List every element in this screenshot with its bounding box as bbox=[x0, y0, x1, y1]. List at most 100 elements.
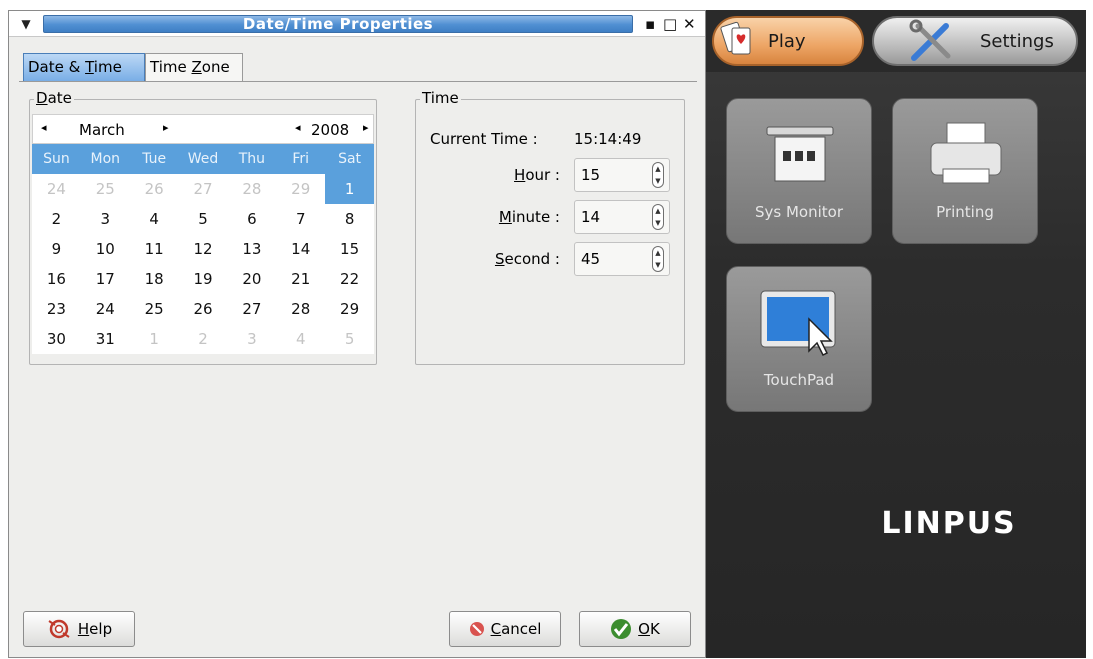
calendar-day[interactable]: 25 bbox=[81, 174, 130, 204]
calendar-day[interactable]: 6 bbox=[227, 204, 276, 234]
calendar-day[interactable]: 16 bbox=[32, 264, 81, 294]
calendar-day[interactable]: 9 bbox=[32, 234, 81, 264]
calendar-grid: Sun Mon Tue Wed Thu Fri Sat 24 25 26 27 … bbox=[32, 144, 375, 354]
tile-printing-label: Printing bbox=[936, 203, 994, 221]
calendar-day-selected[interactable]: 1 bbox=[325, 174, 375, 204]
calendar-day[interactable]: 20 bbox=[227, 264, 276, 294]
tab-time-zone-mnemonic: Z bbox=[191, 58, 202, 76]
calendar-day[interactable]: 4 bbox=[276, 324, 325, 354]
ok-button[interactable]: OK bbox=[579, 611, 691, 647]
calendar-day[interactable]: 24 bbox=[81, 294, 130, 324]
sys-monitor-icon bbox=[766, 126, 834, 182]
calendar-day[interactable]: 26 bbox=[179, 294, 228, 324]
calendar-day[interactable]: 25 bbox=[130, 294, 179, 324]
calendar-year: 2008 bbox=[311, 121, 350, 139]
help-button[interactable]: Help bbox=[23, 611, 135, 647]
second-spinbox[interactable]: 45 ▲ ▼ bbox=[574, 242, 670, 276]
close-icon[interactable]: ✕ bbox=[683, 14, 696, 34]
current-time-value: 15:14:49 bbox=[574, 130, 642, 148]
next-month-icon[interactable]: ▸ bbox=[163, 121, 169, 134]
weekday-label: Mon bbox=[90, 151, 121, 167]
calendar-day[interactable]: 7 bbox=[276, 204, 325, 234]
settings-button[interactable]: Settings bbox=[872, 16, 1078, 66]
tile-touchpad[interactable]: TouchPad bbox=[726, 266, 872, 412]
calendar-week: 30 31 1 2 3 4 5 bbox=[32, 324, 374, 354]
calendar-day[interactable]: 22 bbox=[325, 264, 374, 294]
calendar-day[interactable]: 12 bbox=[179, 234, 228, 264]
calendar-day[interactable]: 29 bbox=[276, 174, 325, 204]
minute-spin-arrows-icon[interactable]: ▲ ▼ bbox=[652, 204, 664, 230]
calendar-day[interactable]: 29 bbox=[325, 294, 374, 324]
calendar-day[interactable]: 11 bbox=[130, 234, 179, 264]
calendar-day[interactable]: 8 bbox=[325, 204, 374, 234]
ok-label-rest: K bbox=[649, 620, 660, 638]
calendar-day[interactable]: 3 bbox=[227, 324, 276, 354]
calendar-day[interactable]: 27 bbox=[227, 294, 276, 324]
weekday-label: Wed bbox=[187, 151, 219, 167]
tile-printing[interactable]: Printing bbox=[892, 98, 1038, 244]
cancel-icon bbox=[469, 622, 484, 636]
calendar-day[interactable]: 5 bbox=[325, 324, 374, 354]
calendar-day[interactable]: 13 bbox=[227, 234, 276, 264]
tab-date-time[interactable]: Date & Time bbox=[23, 53, 145, 81]
calendar-day[interactable]: 23 bbox=[32, 294, 81, 324]
calendar-day[interactable]: 15 bbox=[325, 234, 374, 264]
calendar-day[interactable]: 28 bbox=[227, 174, 276, 204]
hour-label: Hour : bbox=[496, 166, 560, 184]
hour-mnemonic: H bbox=[514, 166, 526, 184]
calendar-day[interactable]: 30 bbox=[32, 324, 81, 354]
maximize-icon[interactable]: □ bbox=[663, 14, 677, 34]
calendar-day[interactable]: 5 bbox=[179, 204, 228, 234]
calendar-day[interactable]: 4 bbox=[130, 204, 179, 234]
prev-month-icon[interactable]: ◂ bbox=[41, 121, 47, 134]
hour-spinbox[interactable]: 15 ▲ ▼ bbox=[574, 158, 670, 192]
calendar-day[interactable]: 28 bbox=[276, 294, 325, 324]
second-spin-arrows-icon[interactable]: ▲ ▼ bbox=[652, 246, 664, 272]
minimize-icon[interactable]: ▪ bbox=[645, 14, 655, 34]
tab-time-zone[interactable]: Time Zone bbox=[145, 53, 243, 81]
hour-spin-arrows-icon[interactable]: ▲ ▼ bbox=[652, 162, 664, 188]
calendar-day[interactable]: 24 bbox=[32, 174, 81, 204]
play-button[interactable]: Play bbox=[712, 16, 864, 66]
calendar-day[interactable]: 3 bbox=[81, 204, 130, 234]
second-value: 45 bbox=[581, 250, 601, 268]
calendar-day[interactable]: 19 bbox=[179, 264, 228, 294]
second-label: Second : bbox=[466, 250, 560, 268]
tile-sys-monitor-label: Sys Monitor bbox=[754, 203, 843, 221]
tab-time-zone-label-pre: Time bbox=[150, 58, 192, 76]
tab-date-time-label-pre: Date & bbox=[28, 58, 86, 76]
calendar-day[interactable]: 2 bbox=[32, 204, 81, 234]
calendar-day[interactable]: 1 bbox=[130, 324, 179, 354]
ok-button-label: OK bbox=[638, 620, 660, 638]
calendar-day[interactable]: 14 bbox=[276, 234, 325, 264]
minute-spinbox[interactable]: 14 ▲ ▼ bbox=[574, 200, 670, 234]
tile-sys-monitor[interactable]: Sys Monitor bbox=[726, 98, 872, 244]
time-frame-legend: Time bbox=[420, 89, 461, 107]
calendar-day[interactable]: 2 bbox=[179, 324, 228, 354]
prev-year-icon[interactable]: ◂ bbox=[295, 121, 301, 134]
cancel-label-rest: ancel bbox=[501, 620, 542, 638]
calendar-day[interactable]: 26 bbox=[130, 174, 179, 204]
minute-label: Minute : bbox=[476, 208, 560, 226]
tab-date-time-label-post: ime bbox=[93, 58, 122, 76]
window-titlebar[interactable]: ▼ Date/Time Properties ▪ □ ✕ bbox=[9, 11, 705, 37]
next-year-icon[interactable]: ▸ bbox=[363, 121, 369, 134]
calendar-week: 9 10 11 12 13 14 15 bbox=[32, 234, 374, 264]
window-title: Date/Time Properties bbox=[43, 15, 633, 33]
cancel-mnemonic: C bbox=[490, 620, 502, 638]
tab-time-zone-label-post: one bbox=[201, 58, 230, 76]
calendar-week: 24 25 26 27 28 29 1 bbox=[32, 174, 375, 204]
help-mnemonic: H bbox=[77, 620, 90, 638]
calendar-day[interactable]: 10 bbox=[81, 234, 130, 264]
help-label-rest: elp bbox=[89, 620, 113, 638]
calendar-day[interactable]: 17 bbox=[81, 264, 130, 294]
calendar-day[interactable]: 31 bbox=[81, 324, 130, 354]
calendar-day[interactable]: 18 bbox=[130, 264, 179, 294]
window-menu-icon[interactable]: ▼ bbox=[19, 17, 33, 31]
desktop-panel: Play Settings Sys Monitor Printing Touch… bbox=[706, 10, 1086, 658]
time-frame: Time Current Time : 15:14:49 Hour : 15 ▲… bbox=[415, 89, 685, 365]
calendar-day[interactable]: 21 bbox=[276, 264, 325, 294]
weekday-label: Thu bbox=[238, 151, 266, 167]
calendar-day[interactable]: 27 bbox=[179, 174, 228, 204]
cancel-button[interactable]: Cancel bbox=[449, 611, 561, 647]
